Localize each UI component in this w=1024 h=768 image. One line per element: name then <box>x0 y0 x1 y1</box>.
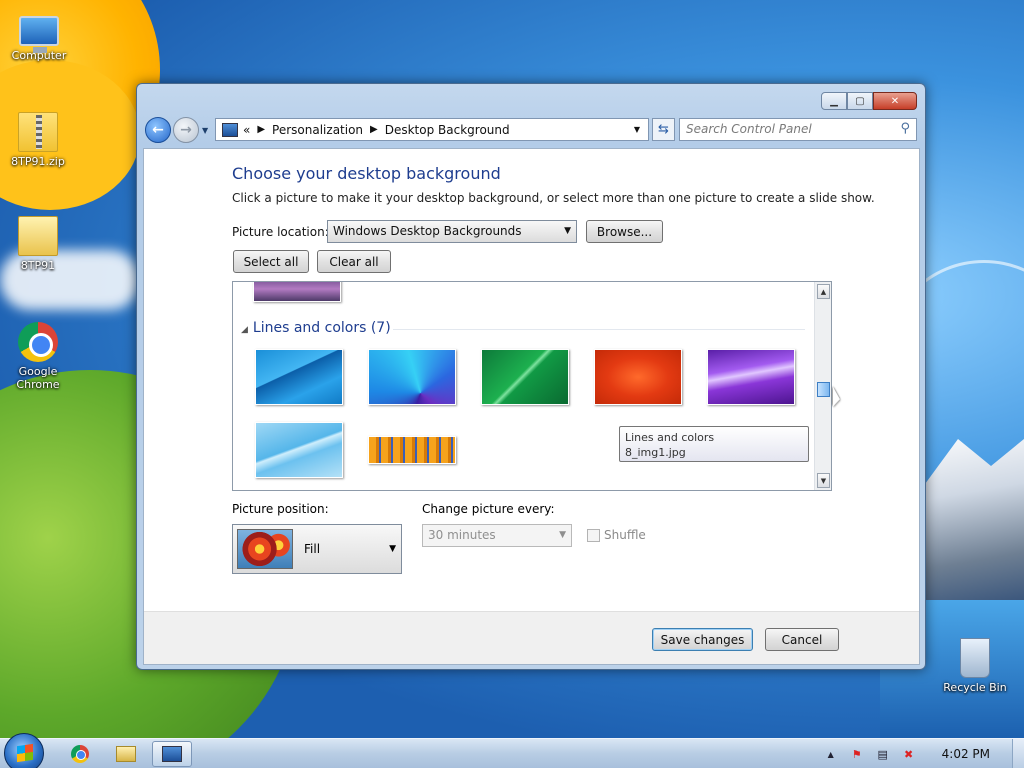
breadcrumb-personalization[interactable]: Personalization <box>272 123 363 137</box>
desktop-icon-recycle-bin[interactable]: Recycle Bin <box>939 638 1011 694</box>
change-picture-value: 30 minutes <box>428 528 496 542</box>
group-title: Lines and colors (7) <box>252 320 391 336</box>
show-desktop-button[interactable] <box>1012 739 1024 768</box>
change-picture-label: Change picture every: <box>422 502 555 516</box>
taskbar-explorer-button[interactable] <box>106 741 146 767</box>
group-header[interactable]: ◢ Lines and colors (7) <box>241 320 391 336</box>
taskbar-chrome-button[interactable] <box>60 741 100 767</box>
network-icon[interactable]: ▤ <box>875 746 891 762</box>
desktop-icon-folder[interactable]: 8TP91 <box>2 216 74 272</box>
change-picture-select[interactable]: 30 minutes ▼ <box>422 524 572 547</box>
desktop-icon-computer[interactable]: Computer <box>3 10 75 62</box>
start-button[interactable] <box>4 733 44 768</box>
taskbar-control-panel-button[interactable] <box>152 741 192 767</box>
shuffle-label: Shuffle <box>604 528 646 542</box>
dialog-footer: Save changes Cancel <box>144 611 919 664</box>
zip-file-icon <box>18 112 58 152</box>
page-description: Click a picture to make it your desktop … <box>232 191 875 205</box>
maximize-button[interactable]: ▢ <box>847 92 873 110</box>
position-preview-image <box>237 529 293 569</box>
back-button[interactable]: ← <box>145 117 171 143</box>
folder-icon <box>116 746 136 762</box>
picture-location-select[interactable]: Windows Desktop Backgrounds ▼ <box>327 220 577 243</box>
desktop-icon-label: Google Chrome <box>16 365 60 391</box>
minimize-button[interactable]: ▁ <box>821 92 847 110</box>
tooltip-title: Lines and colors <box>625 431 715 444</box>
desktop-icon-label: 8TP91.zip <box>11 155 65 168</box>
search-input[interactable]: Search Control Panel ⚲ <box>679 118 917 141</box>
picture-position-select[interactable]: Fill ▼ <box>232 524 402 574</box>
clock[interactable]: 4:02 PM <box>942 747 990 761</box>
thumbnail-lines-5[interactable] <box>707 349 795 405</box>
refresh-icon: ⇆ <box>658 122 669 137</box>
thumbnail-nature[interactable] <box>253 282 341 302</box>
address-dropdown-icon[interactable]: ▼ <box>634 125 640 134</box>
desktop-icon-label: Recycle Bin <box>943 681 1007 694</box>
control-panel-icon <box>222 122 238 137</box>
shuffle-checkbox[interactable]: Shuffle <box>587 528 646 542</box>
back-arrow-icon: ← <box>152 122 164 138</box>
tooltip-filename: 8_img1.jpg <box>625 446 686 459</box>
cancel-button[interactable]: Cancel <box>765 628 839 651</box>
search-placeholder: Search Control Panel <box>686 122 812 136</box>
address-prefix[interactable]: « <box>243 123 250 137</box>
background-gallery: ◢ Lines and colors (7) Lines and colors 8… <box>232 281 832 491</box>
desktop-icon-label: 8TP91 <box>20 259 56 272</box>
chevron-down-icon: ▼ <box>564 226 571 236</box>
address-bar[interactable]: « ▶ Personalization ▶ Desktop Background… <box>215 118 649 141</box>
system-tray: ▲ ⚑ ▤ ✖ 4:02 PM <box>818 739 1024 768</box>
desktop-background-window: ▁ ▢ ✕ ← → ▼ « ▶ Personalization ▶ Deskto… <box>136 83 926 670</box>
show-hidden-icons-icon[interactable]: ▲ <box>823 746 839 762</box>
chrome-icon <box>18 322 58 362</box>
breadcrumb-separator-icon[interactable]: ▶ <box>370 124 378 135</box>
save-changes-button[interactable]: Save changes <box>652 628 753 651</box>
select-all-button[interactable]: Select all <box>233 250 309 273</box>
folder-icon <box>18 216 58 256</box>
scroll-thumb[interactable] <box>817 382 830 397</box>
clear-all-button[interactable]: Clear all <box>317 250 391 273</box>
chevron-down-icon: ▼ <box>559 530 566 540</box>
scroll-down-button[interactable]: ▼ <box>817 473 830 488</box>
collapse-triangle-icon[interactable]: ◢ <box>241 325 248 335</box>
chrome-icon <box>71 745 89 763</box>
action-center-icon[interactable]: ⚑ <box>849 746 865 762</box>
main-content: Choose your desktop background Click a p… <box>143 148 920 665</box>
thumbnail-lines-2[interactable] <box>368 349 456 405</box>
control-panel-icon <box>162 746 182 762</box>
recent-pages-dropdown[interactable]: ▼ <box>202 126 208 135</box>
breadcrumb-separator-icon[interactable]: ▶ <box>257 124 265 135</box>
picture-position-value: Fill <box>304 542 321 556</box>
breadcrumb-desktop-background[interactable]: Desktop Background <box>385 123 510 137</box>
picture-location-value: Windows Desktop Backgrounds <box>333 224 522 238</box>
computer-icon <box>19 16 59 53</box>
thumbnail-tooltip: Lines and colors 8_img1.jpg <box>619 426 809 462</box>
recycle-bin-icon <box>960 638 990 678</box>
volume-muted-icon[interactable]: ✖ <box>901 746 917 762</box>
refresh-button[interactable]: ⇆ <box>652 118 675 141</box>
search-icon[interactable]: ⚲ <box>900 121 910 136</box>
group-divider <box>393 329 805 330</box>
thumbnail-lines-4[interactable] <box>594 349 682 405</box>
gallery-scrollbar[interactable]: ▲ ▼ <box>814 282 831 490</box>
caption-buttons: ▁ ▢ ✕ <box>821 92 917 110</box>
navigation-bar: ← → ▼ « ▶ Personalization ▶ Desktop Back… <box>143 115 919 143</box>
picture-location-label: Picture location: <box>232 225 329 239</box>
mouse-pointer-icon <box>833 386 840 410</box>
chevron-down-icon: ▼ <box>389 544 396 554</box>
desktop-icon-chrome[interactable]: Google Chrome <box>2 322 74 391</box>
scroll-up-button[interactable]: ▲ <box>817 284 830 299</box>
thumbnail-lines-6[interactable] <box>255 422 343 478</box>
thumbnail-lines-3[interactable] <box>481 349 569 405</box>
checkbox-box[interactable] <box>587 528 600 542</box>
page-title: Choose your desktop background <box>232 164 501 183</box>
picture-position-label: Picture position: <box>232 502 329 516</box>
taskbar: ▲ ⚑ ▤ ✖ 4:02 PM <box>0 733 1024 768</box>
forward-arrow-icon: → <box>180 122 192 138</box>
thumbnail-lines-7[interactable] <box>368 436 456 464</box>
close-button[interactable]: ✕ <box>873 92 917 110</box>
forward-button[interactable]: → <box>173 117 199 143</box>
thumbnail-lines-1[interactable] <box>255 349 343 405</box>
desktop-icon-zip[interactable]: 8TP91.zip <box>2 112 74 168</box>
browse-button[interactable]: Browse... <box>586 220 663 243</box>
